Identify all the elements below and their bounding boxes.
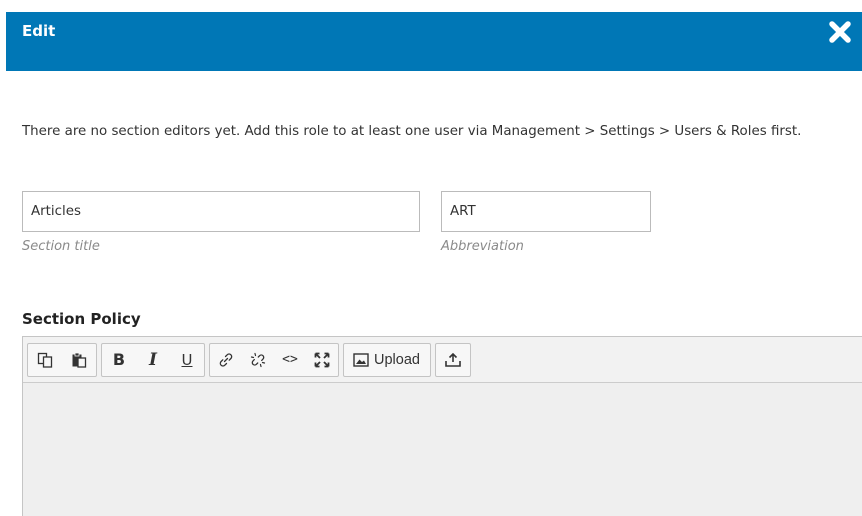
toolbar-group-format: B I U bbox=[101, 342, 205, 377]
close-button[interactable] bbox=[824, 16, 856, 48]
section-title-label: Section title bbox=[22, 239, 100, 254]
upload-file-button[interactable] bbox=[436, 344, 470, 376]
bold-button[interactable]: B bbox=[102, 344, 136, 376]
editor-content-area[interactable] bbox=[23, 383, 862, 516]
italic-icon: I bbox=[149, 349, 157, 370]
upload-label: Upload bbox=[374, 351, 420, 368]
abbreviation-field: Abbreviation bbox=[441, 191, 651, 254]
italic-button[interactable]: I bbox=[136, 344, 170, 376]
copy-icon bbox=[37, 352, 53, 368]
close-icon bbox=[829, 21, 851, 43]
fullscreen-button[interactable] bbox=[306, 344, 338, 376]
notice-text: There are no section editors yet. Add th… bbox=[22, 124, 802, 139]
underline-icon: U bbox=[181, 350, 193, 369]
image-icon bbox=[353, 352, 369, 367]
toolbar-group-insert: <> bbox=[209, 342, 339, 377]
abbreviation-input[interactable] bbox=[441, 191, 651, 232]
section-policy-label: Section Policy bbox=[22, 310, 141, 328]
upload-icon bbox=[445, 352, 461, 367]
section-title-input[interactable] bbox=[22, 191, 420, 232]
code-icon: <> bbox=[282, 352, 298, 367]
toolbar-group-file bbox=[434, 342, 471, 377]
underline-button[interactable]: U bbox=[170, 344, 204, 376]
link-icon bbox=[219, 352, 233, 367]
link-button[interactable] bbox=[210, 344, 242, 376]
rich-text-editor: B I U <> Upload bbox=[22, 336, 862, 516]
copy-button[interactable] bbox=[28, 344, 62, 376]
paste-button[interactable] bbox=[62, 344, 96, 376]
modal-title: Edit bbox=[22, 22, 56, 40]
bold-icon: B bbox=[112, 350, 126, 369]
paste-icon bbox=[72, 352, 87, 368]
upload-image-button[interactable]: Upload bbox=[344, 344, 430, 376]
modal-header: Edit bbox=[6, 12, 862, 71]
unlink-button[interactable] bbox=[242, 344, 274, 376]
fullscreen-icon bbox=[314, 352, 330, 367]
editor-toolbar: B I U <> Upload bbox=[23, 337, 862, 383]
unlink-icon bbox=[250, 352, 266, 367]
section-title-field: Section title bbox=[22, 191, 420, 254]
toolbar-group-clipboard bbox=[27, 342, 97, 377]
code-button[interactable]: <> bbox=[274, 344, 306, 376]
top-strip bbox=[0, 0, 862, 12]
abbreviation-label: Abbreviation bbox=[441, 239, 524, 254]
toolbar-group-image: Upload bbox=[343, 342, 431, 377]
